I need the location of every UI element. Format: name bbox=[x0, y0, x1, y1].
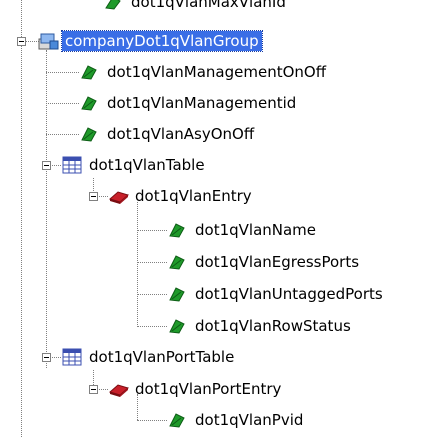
collapse-toggle[interactable] bbox=[89, 385, 98, 394]
tree-node-label: dot1qVlanPvid bbox=[195, 411, 304, 429]
collapse-toggle[interactable] bbox=[89, 192, 98, 201]
leaf-icon bbox=[168, 317, 186, 335]
tree-node-label: dot1qVlanName bbox=[195, 221, 317, 239]
tree-connector bbox=[137, 202, 138, 327]
tree-node-leaf[interactable]: dot1qVlanAsyOnOff bbox=[80, 122, 257, 146]
tree-node-label: dot1qVlanPortEntry bbox=[135, 380, 282, 398]
tree-node-leaf[interactable]: dot1qVlanName bbox=[168, 218, 319, 242]
tree-connector bbox=[46, 72, 79, 73]
tree-node-entry[interactable]: dot1qVlanEntry bbox=[108, 184, 255, 208]
tree-node-label: dot1qVlanEntry bbox=[135, 187, 252, 205]
tree-node-leaf[interactable]: dot1qVlanEgressPorts bbox=[168, 250, 362, 274]
tree-connector bbox=[46, 134, 79, 135]
collapse-toggle[interactable] bbox=[42, 353, 51, 362]
entry-icon bbox=[108, 187, 130, 205]
leaf-icon bbox=[80, 63, 98, 81]
tree-node-label: dot1qVlanManagementid bbox=[107, 94, 297, 112]
tree-node-leaf[interactable]: dot1qVlanRowStatus bbox=[168, 314, 354, 338]
leaf-icon bbox=[104, 0, 122, 11]
tree-node-label: dot1qVlanMaxVlanId bbox=[131, 0, 286, 11]
tree-node-label: dot1qVlanEgressPorts bbox=[195, 253, 360, 271]
tree-connector bbox=[137, 420, 167, 421]
leaf-icon bbox=[168, 221, 186, 239]
tree-node-label: dot1qVlanAsyOnOff bbox=[107, 125, 255, 143]
table-icon bbox=[62, 156, 82, 174]
tree-node-leaf[interactable]: dot1qVlanManagementOnOff bbox=[80, 60, 329, 84]
tree-node-label: dot1qVlanPortTable bbox=[89, 348, 235, 366]
folder-network-icon bbox=[38, 32, 59, 50]
tree-node-leaf[interactable]: dot1qVlanPvid bbox=[168, 408, 306, 432]
tree-connector bbox=[137, 230, 167, 231]
collapse-toggle[interactable] bbox=[42, 161, 51, 170]
leaf-icon bbox=[80, 125, 98, 143]
tree-node-group[interactable]: companyDot1qVlanGroup bbox=[38, 29, 263, 53]
collapse-toggle[interactable] bbox=[17, 37, 26, 46]
tree-connector bbox=[93, 178, 94, 193]
entry-icon bbox=[108, 380, 130, 398]
tree-node-label: companyDot1qVlanGroup bbox=[61, 30, 263, 52]
tree-node-label: dot1qVlanTable bbox=[89, 156, 205, 174]
mib-tree-view[interactable]: dot1qVlanMaxVlanId companyDot1qVlanGroup… bbox=[0, 0, 439, 437]
tree-connector bbox=[93, 370, 94, 385]
tree-node-partial[interactable]: dot1qVlanMaxVlanId bbox=[104, 0, 289, 14]
leaf-icon bbox=[168, 253, 186, 271]
leaf-icon bbox=[168, 285, 186, 303]
tree-connector bbox=[21, 0, 22, 437]
tree-node-table[interactable]: dot1qVlanTable bbox=[62, 153, 208, 177]
tree-connector bbox=[46, 50, 47, 368]
tree-node-leaf[interactable]: dot1qVlanManagementid bbox=[80, 91, 299, 115]
table-icon bbox=[62, 348, 82, 366]
tree-node-label: dot1qVlanUntaggedPorts bbox=[195, 285, 383, 303]
leaf-icon bbox=[80, 94, 98, 112]
tree-node-label: dot1qVlanManagementOnOff bbox=[107, 63, 327, 81]
tree-node-leaf[interactable]: dot1qVlanUntaggedPorts bbox=[168, 282, 386, 306]
tree-connector bbox=[137, 294, 167, 295]
tree-node-table[interactable]: dot1qVlanPortTable bbox=[62, 345, 237, 369]
tree-connector bbox=[46, 103, 79, 104]
tree-node-label: dot1qVlanRowStatus bbox=[195, 317, 351, 335]
leaf-icon bbox=[168, 411, 186, 429]
tree-connector bbox=[137, 326, 167, 327]
tree-connector bbox=[137, 262, 167, 263]
tree-node-entry[interactable]: dot1qVlanPortEntry bbox=[108, 377, 284, 401]
